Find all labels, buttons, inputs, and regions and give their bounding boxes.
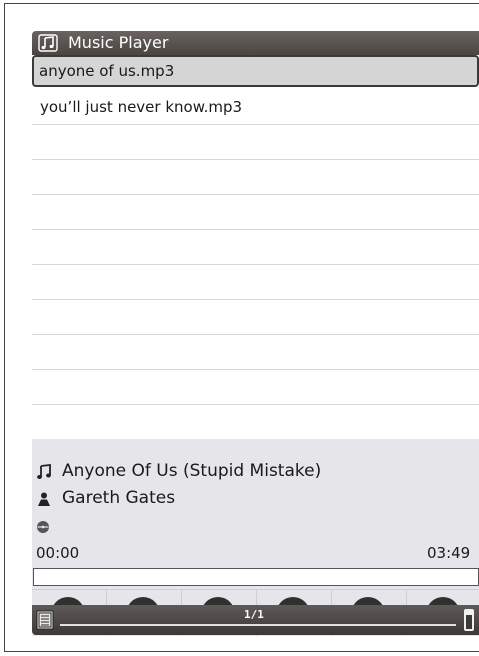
music-note-icon (36, 463, 52, 479)
empty-row (32, 335, 479, 370)
progress-bar[interactable] (33, 568, 479, 586)
playlist-item[interactable]: you’ll just never know.mp3 (32, 90, 479, 125)
empty-row (32, 195, 479, 230)
playlist-item-label: you’ll just never know.mp3 (40, 98, 243, 116)
empty-row (32, 265, 479, 300)
empty-row (32, 300, 479, 335)
playlist: anyone of us.mp3 you’ll just never know.… (32, 55, 479, 439)
music-player-app: Music Player anyone of us.mp3 you’ll jus… (32, 31, 479, 636)
page-indicator: 1/1 (244, 608, 264, 621)
total-duration: 03:49 (427, 544, 471, 562)
track-title: Anyone Of Us (Stupid Mistake) (62, 461, 322, 481)
title-bar: Music Player (32, 31, 479, 55)
playlist-item-label: anyone of us.mp3 (39, 62, 175, 80)
music-note-icon (38, 34, 58, 52)
page-progress-track (60, 624, 456, 626)
status-bar: 1/1 (32, 605, 479, 635)
elapsed-time: 00:00 (36, 544, 80, 562)
empty-row (32, 125, 479, 160)
empty-row (32, 370, 479, 405)
artist-icon (36, 490, 52, 506)
book-icon[interactable] (36, 610, 54, 630)
empty-row (32, 160, 479, 195)
artist-name: Gareth Gates (62, 488, 176, 508)
album-disc-icon (36, 517, 52, 533)
battery-icon (464, 609, 474, 631)
empty-row (32, 230, 479, 265)
app-title: Music Player (68, 33, 169, 52)
playlist-item[interactable]: anyone of us.mp3 (32, 55, 479, 87)
